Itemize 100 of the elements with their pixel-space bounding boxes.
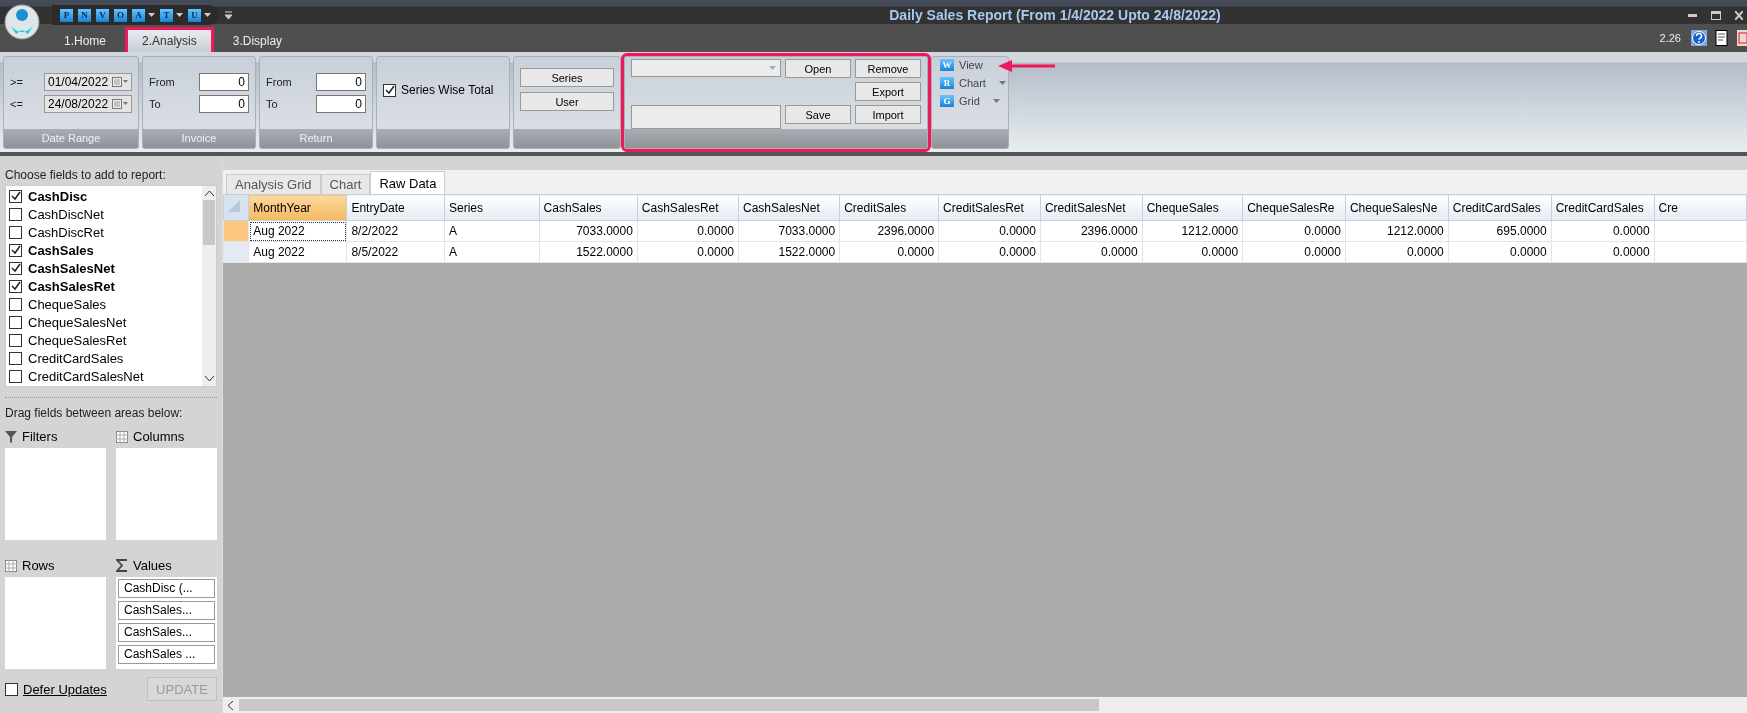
checkbox[interactable]: [9, 207, 22, 221]
toolbar-button[interactable]: O: [114, 8, 127, 22]
filter-button[interactable]: Series: [520, 68, 614, 87]
column-header[interactable]: Series: [444, 194, 540, 221]
column-header[interactable]: Cre: [1654, 194, 1747, 221]
field-item[interactable]: CreditCardSales: [9, 349, 199, 367]
column-header[interactable]: EntryDate: [346, 194, 445, 221]
checkbox[interactable]: [9, 333, 22, 347]
column-header[interactable]: MonthYear: [248, 194, 347, 221]
exit-icon[interactable]: [1737, 30, 1747, 46]
field-item[interactable]: CashSalesNet: [9, 259, 199, 277]
close-icon[interactable]: [1735, 10, 1743, 20]
defer-updates-checkbox[interactable]: Defer Updates: [5, 681, 107, 697]
column-header[interactable]: CashSales: [539, 194, 638, 221]
view-menu-button[interactable]: G Grid: [940, 95, 1000, 107]
scroll-left-icon[interactable]: [227, 700, 233, 710]
caret-icon[interactable]: [176, 13, 183, 17]
field-item[interactable]: ChequeSalesNet: [9, 313, 199, 331]
customize-icon[interactable]: [225, 11, 232, 19]
area-title: Values: [133, 558, 172, 573]
date-field[interactable]: 01/04/2022: [44, 73, 132, 91]
open-button[interactable]: Open: [785, 59, 851, 78]
date-field[interactable]: 24/08/2022: [44, 95, 132, 113]
horizontal-scrollbar[interactable]: [223, 697, 1747, 713]
table-cell: 0.0000: [1345, 241, 1449, 263]
number-field[interactable]: 0: [316, 95, 366, 113]
save-button[interactable]: Save: [785, 105, 851, 124]
view-menu-button[interactable]: R Chart: [940, 77, 1006, 89]
number-field[interactable]: 0: [316, 73, 366, 91]
column-header[interactable]: CreditSales: [839, 194, 939, 221]
calendar-icon[interactable]: [112, 77, 128, 87]
value-field-item[interactable]: CashSales ...: [118, 645, 215, 664]
field-item[interactable]: ChequeSales: [9, 295, 199, 313]
number-field[interactable]: 0: [199, 73, 249, 91]
remove-button[interactable]: Remove: [855, 59, 921, 78]
field-item[interactable]: CashSales: [9, 241, 199, 259]
checkbox[interactable]: [9, 297, 22, 311]
checkbox[interactable]: [9, 279, 22, 293]
checkbox[interactable]: [9, 315, 22, 329]
filter-button[interactable]: User: [520, 92, 614, 111]
scrollbar-thumb[interactable]: [239, 699, 1099, 711]
scrollbar-thumb[interactable]: [203, 200, 215, 245]
column-header[interactable]: CashSalesNet: [738, 194, 840, 221]
field-item[interactable]: CashDiscNet: [9, 205, 199, 223]
ribbon-tab[interactable]: 2.Analysis: [128, 30, 211, 52]
ribbon-tab[interactable]: 3.Display: [218, 30, 297, 52]
scroll-up-icon[interactable]: [204, 190, 214, 196]
field-item[interactable]: CreditCardSalesNet: [9, 367, 199, 385]
field-label: ChequeSalesNet: [28, 314, 127, 330]
checkbox[interactable]: [9, 189, 22, 203]
column-header[interactable]: ChequeSalesNe: [1345, 194, 1449, 221]
value-field-item[interactable]: CashSales...: [118, 623, 215, 642]
minimize-icon[interactable]: [1688, 13, 1697, 17]
checkbox[interactable]: [383, 83, 396, 97]
column-header[interactable]: CreditSalesNet: [1040, 194, 1143, 221]
help-icon[interactable]: [1691, 30, 1707, 46]
number-field[interactable]: 0: [199, 95, 249, 113]
series-wise-total-checkbox[interactable]: Series Wise Total: [383, 83, 503, 97]
checkbox[interactable]: [9, 261, 22, 275]
field-item[interactable]: ChequeSalesRet: [9, 331, 199, 349]
checkbox[interactable]: [9, 225, 22, 239]
view-menu-button[interactable]: W View: [940, 59, 983, 71]
maximize-icon[interactable]: [1711, 10, 1721, 20]
table-cell: 0.0000: [1242, 220, 1346, 242]
value-field-item[interactable]: CashSales...: [118, 601, 215, 620]
table-cell: 7033.0000: [738, 220, 840, 242]
view-tab[interactable]: Chart: [320, 174, 371, 194]
table-cell: 2396.0000: [839, 220, 939, 242]
toolbar-button[interactable]: N: [78, 8, 91, 22]
checkbox[interactable]: [9, 243, 22, 257]
column-header[interactable]: ChequeSales: [1142, 194, 1243, 221]
calendar-icon[interactable]: [112, 99, 128, 109]
value-field-item[interactable]: CashDisc (...: [118, 579, 215, 598]
column-header[interactable]: CreditSalesRet: [938, 194, 1041, 221]
caret-icon[interactable]: [148, 13, 155, 17]
field-item[interactable]: CashSalesRet: [9, 277, 199, 295]
column-header[interactable]: ChequeSalesRe: [1242, 194, 1346, 221]
column-header[interactable]: CreditCardSales: [1448, 194, 1552, 221]
toolbar-button[interactable]: P: [60, 8, 73, 22]
checkbox[interactable]: [9, 351, 22, 365]
export-button[interactable]: Export: [855, 82, 921, 101]
vertical-scrollbar[interactable]: [202, 186, 216, 386]
ribbon-tab[interactable]: 1.Home: [50, 30, 121, 52]
document-icon[interactable]: [1715, 30, 1729, 46]
field-item[interactable]: CashDiscRet: [9, 223, 199, 241]
group-label: Date Range: [4, 129, 138, 148]
import-button[interactable]: Import: [855, 105, 921, 124]
area-title: Rows: [22, 558, 55, 573]
checkbox[interactable]: [9, 369, 22, 383]
scroll-down-icon[interactable]: [204, 376, 214, 382]
view-tab[interactable]: Analysis Grid: [226, 174, 321, 194]
toolbar-button[interactable]: V: [96, 8, 109, 22]
column-header[interactable]: CreditCardSales: [1551, 194, 1655, 221]
column-header[interactable]: CashSalesRet: [637, 194, 739, 221]
layout-name-field[interactable]: [631, 105, 781, 129]
table-cell: 8/5/2022: [346, 241, 445, 263]
checkbox[interactable]: [5, 682, 18, 696]
caret-icon[interactable]: [204, 13, 211, 17]
view-tab[interactable]: Raw Data: [370, 171, 446, 194]
field-item[interactable]: CashDisc: [9, 187, 199, 205]
